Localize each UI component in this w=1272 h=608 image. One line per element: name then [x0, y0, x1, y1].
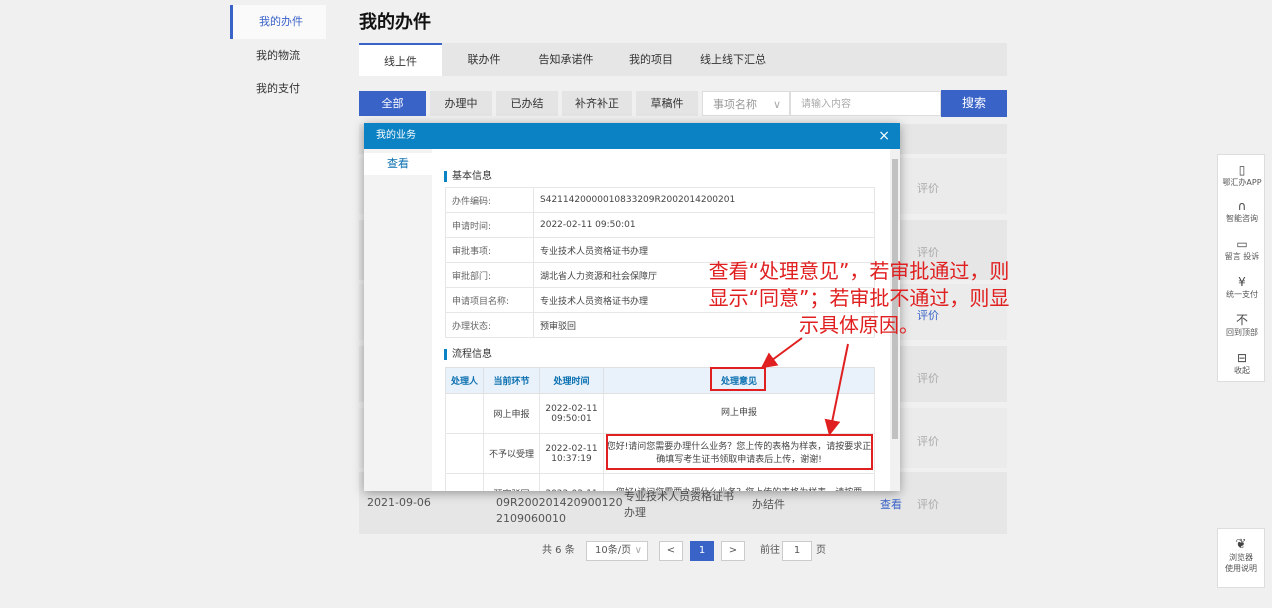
- annotation-note: 查看“处理意见”，若审批通过，则显示“同意”；若审批不通过，则显示具体原因。: [708, 259, 1010, 337]
- arrow-to-cell: [824, 343, 849, 436]
- annotation-arrows: [760, 337, 849, 436]
- arrow-to-header: [760, 337, 803, 369]
